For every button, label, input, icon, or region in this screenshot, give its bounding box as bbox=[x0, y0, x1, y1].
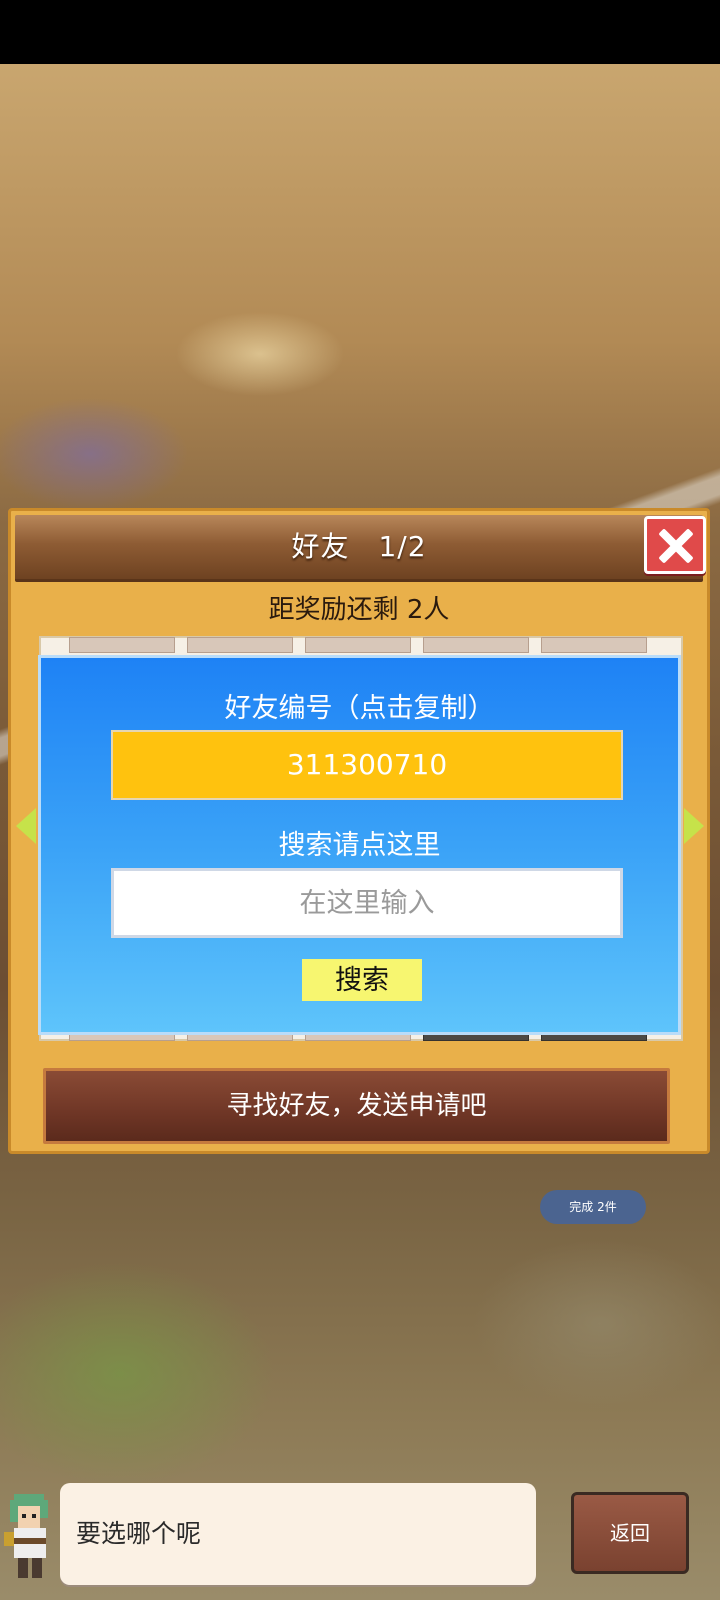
reward-remaining-text: 距奖励还剩 2人 bbox=[268, 595, 450, 625]
speech-text: 要选哪个呢 bbox=[76, 1519, 202, 1548]
back-button[interactable]: 返回 bbox=[571, 1492, 689, 1574]
friend-id-label: 好友编号（点击复制） bbox=[224, 693, 495, 724]
friend-card[interactable] bbox=[187, 637, 293, 653]
friend-card[interactable] bbox=[423, 637, 529, 653]
arrow-right-icon[interactable] bbox=[684, 808, 704, 844]
search-button[interactable]: 搜索 bbox=[302, 959, 422, 1001]
speech-bubble: 要选哪个呢 bbox=[60, 1483, 536, 1585]
friend-search-dialog: 好友编号（点击复制） 311300710 搜索请点这里 搜索 bbox=[38, 655, 681, 1035]
panel-title: 好友 1/2 bbox=[291, 530, 427, 563]
character-avatar bbox=[4, 1494, 48, 1578]
done-badge[interactable]: 完成 2件 bbox=[540, 1190, 646, 1224]
panel-header: 好友 1/2 bbox=[15, 515, 703, 582]
friend-card[interactable] bbox=[305, 637, 411, 653]
friend-id-copy-box[interactable]: 311300710 bbox=[111, 730, 623, 800]
friend-card[interactable] bbox=[69, 637, 175, 653]
arrow-left-icon[interactable] bbox=[16, 808, 36, 844]
close-icon[interactable] bbox=[644, 516, 706, 574]
search-input[interactable] bbox=[111, 868, 623, 938]
friend-card[interactable] bbox=[541, 637, 647, 653]
find-friends-button[interactable]: 寻找好友，发送申请吧 bbox=[43, 1068, 670, 1144]
search-label: 搜索请点这里 bbox=[278, 830, 441, 861]
status-bar bbox=[0, 0, 720, 64]
